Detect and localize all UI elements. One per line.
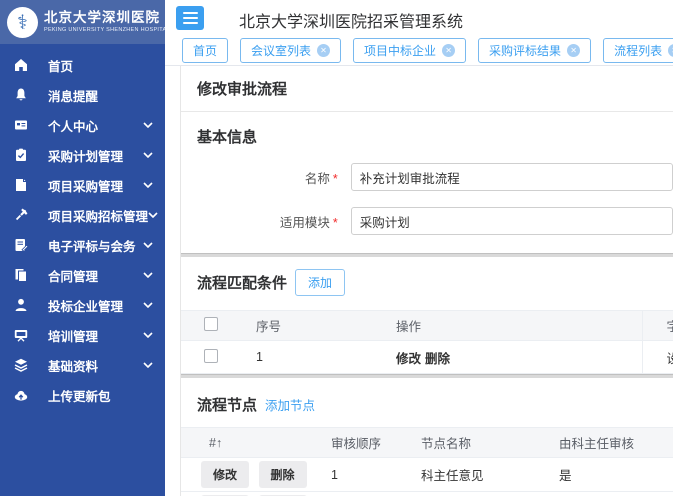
close-icon[interactable]: ✕ xyxy=(442,44,455,57)
id-card-icon xyxy=(12,117,29,133)
required-asterisk: * xyxy=(333,216,338,230)
hospital-emblem-icon: ⚕ xyxy=(7,7,38,38)
column-header-name: 节点名称 xyxy=(421,428,559,458)
copy-icon xyxy=(12,267,29,283)
sidebar-item-training[interactable]: 培训管理 xyxy=(0,320,165,350)
home-icon xyxy=(12,57,29,73)
node-name-cell: 科主任意见 xyxy=(421,458,559,492)
delete-node-button[interactable]: 删除 xyxy=(259,461,307,488)
module-label: 适用模块 xyxy=(280,216,330,230)
chevron-down-icon xyxy=(143,122,153,128)
chevron-down-icon xyxy=(148,212,158,218)
close-icon[interactable]: ✕ xyxy=(567,44,580,57)
name-label: 名称 xyxy=(305,172,330,186)
match-conditions-table: 序号 操作 字 1 修改删除 设 xyxy=(181,310,673,374)
column-header-sort[interactable]: #↑ xyxy=(181,428,331,458)
match-conditions-heading: 流程匹配条件 xyxy=(197,272,287,293)
sidebar-item-notifications[interactable]: 消息提醒 xyxy=(0,80,165,110)
match-conditions-section: 流程匹配条件 添加 序号 操作 字 1 修改删除 设 xyxy=(181,257,673,374)
sidebar-menu: 首页 消息提醒 个人中心 采购计划管理 项目采购管理 项目采购招标管理 xyxy=(0,44,165,410)
tab-bar: 首页 会议室列表✕ 项目中标企业✕ 采购评标结果✕ 流程列表✕ 流程✕ xyxy=(165,36,673,66)
sidebar-item-project-purchase[interactable]: 项目采购管理 xyxy=(0,170,165,200)
close-icon[interactable]: ✕ xyxy=(317,44,330,57)
presentation-icon xyxy=(12,327,29,343)
column-header-seq: 序号 xyxy=(256,311,396,341)
top-bar: 北京大学深圳医院招采管理系统 xyxy=(165,0,673,36)
file-edit-icon xyxy=(12,237,29,253)
flow-nodes-table: #↑ 审核顺序 节点名称 由科主任审核 修改 删除 1 科主任意见 是 修改 删… xyxy=(181,427,673,496)
column-header-op: 操作 xyxy=(396,311,642,341)
table-row: 修改 删除 2 采购员意见 否 xyxy=(181,492,673,496)
tab-home[interactable]: 首页 xyxy=(182,38,228,63)
sidebar: ⚕ 北京大学深圳医院 PEKING UNIVERSITY SHENZHEN HO… xyxy=(0,0,165,496)
dept-head-cell: 是 xyxy=(559,458,673,492)
delete-link[interactable]: 删除 xyxy=(425,352,450,366)
column-header-dept-head: 由科主任审核 xyxy=(559,428,673,458)
layers-icon xyxy=(12,357,29,373)
sidebar-item-profile[interactable]: 个人中心 xyxy=(0,110,165,140)
tab-flow-list[interactable]: 流程列表✕ xyxy=(603,38,673,63)
sidebar-item-home[interactable]: 首页 xyxy=(0,50,165,80)
page-title: 修改审批流程 xyxy=(197,78,287,99)
basic-info-section: 基本信息 名称* 适用模块* xyxy=(181,112,673,253)
sidebar-item-evaluation[interactable]: 电子评标与会务 xyxy=(0,230,165,260)
partial-cell: 设 xyxy=(643,348,673,367)
app-title: 北京大学深圳医院招采管理系统 xyxy=(239,8,463,32)
user-icon xyxy=(12,297,29,313)
hospital-name: 北京大学深圳医院 xyxy=(44,11,170,26)
column-header-order: 审核顺序 xyxy=(331,428,421,458)
edit-node-button[interactable]: 修改 xyxy=(201,461,249,488)
chevron-down-icon xyxy=(143,362,153,368)
edit-link[interactable]: 修改 xyxy=(396,352,421,366)
menu-toggle-button[interactable] xyxy=(176,6,204,30)
row-checkbox[interactable] xyxy=(204,349,218,363)
sidebar-item-bidding[interactable]: 项目采购招标管理 xyxy=(0,200,165,230)
basic-info-heading: 基本信息 xyxy=(197,126,673,147)
sidebar-item-upload-package[interactable]: 上传更新包 xyxy=(0,380,165,410)
page-header: 修改审批流程 xyxy=(181,66,673,112)
seq-cell: 1 xyxy=(256,341,396,374)
flow-nodes-section: 流程节点 添加节点 #↑ 审核顺序 节点名称 由科主任审核 修改 删除 1 科主… xyxy=(181,378,673,496)
chevron-down-icon xyxy=(143,332,153,338)
chevron-down-icon xyxy=(143,152,153,158)
book-icon xyxy=(12,177,29,193)
chevron-down-icon xyxy=(143,242,153,248)
hospital-logo: ⚕ 北京大学深圳医院 PEKING UNIVERSITY SHENZHEN HO… xyxy=(0,0,165,44)
dept-head-cell: 否 xyxy=(559,492,673,496)
table-row: 修改 删除 1 科主任意见 是 xyxy=(181,458,673,492)
add-condition-button[interactable]: 添加 xyxy=(295,269,345,296)
gavel-icon xyxy=(12,207,29,223)
hospital-name-en: PEKING UNIVERSITY SHENZHEN HOSPITAL xyxy=(44,27,170,33)
module-input[interactable] xyxy=(351,207,673,235)
name-input[interactable] xyxy=(351,163,673,191)
bell-icon xyxy=(12,87,29,103)
name-field-row: 名称* xyxy=(197,163,673,191)
order-cell: 1 xyxy=(331,458,421,492)
chevron-down-icon xyxy=(143,182,153,188)
sidebar-item-bidder-companies[interactable]: 投标企业管理 xyxy=(0,290,165,320)
cloud-upload-icon xyxy=(12,387,29,403)
node-name-cell: 采购员意见 xyxy=(421,492,559,496)
select-all-checkbox[interactable] xyxy=(204,317,218,331)
order-cell: 2 xyxy=(331,492,421,496)
tab-evaluation-results[interactable]: 采购评标结果✕ xyxy=(478,38,591,63)
add-node-link[interactable]: 添加节点 xyxy=(265,395,315,414)
main-content: 修改审批流程 基本信息 名称* 适用模块* 流程匹配条件 添加 序号 操作 字 xyxy=(180,66,673,496)
clipboard-check-icon xyxy=(12,147,29,163)
sidebar-item-base-data[interactable]: 基础资料 xyxy=(0,350,165,380)
column-header-partial: 字 xyxy=(643,316,673,335)
module-field-row: 适用模块* xyxy=(197,207,673,235)
chevron-down-icon xyxy=(143,272,153,278)
tab-winning-companies[interactable]: 项目中标企业✕ xyxy=(353,38,466,63)
required-asterisk: * xyxy=(333,172,338,186)
tab-meeting-rooms[interactable]: 会议室列表✕ xyxy=(240,38,341,63)
sidebar-item-purchase-plan[interactable]: 采购计划管理 xyxy=(0,140,165,170)
close-icon[interactable]: ✕ xyxy=(668,44,673,57)
table-row: 1 修改删除 设 xyxy=(181,341,673,374)
flow-nodes-heading: 流程节点 xyxy=(197,394,257,415)
chevron-down-icon xyxy=(143,302,153,308)
sidebar-item-contracts[interactable]: 合同管理 xyxy=(0,260,165,290)
